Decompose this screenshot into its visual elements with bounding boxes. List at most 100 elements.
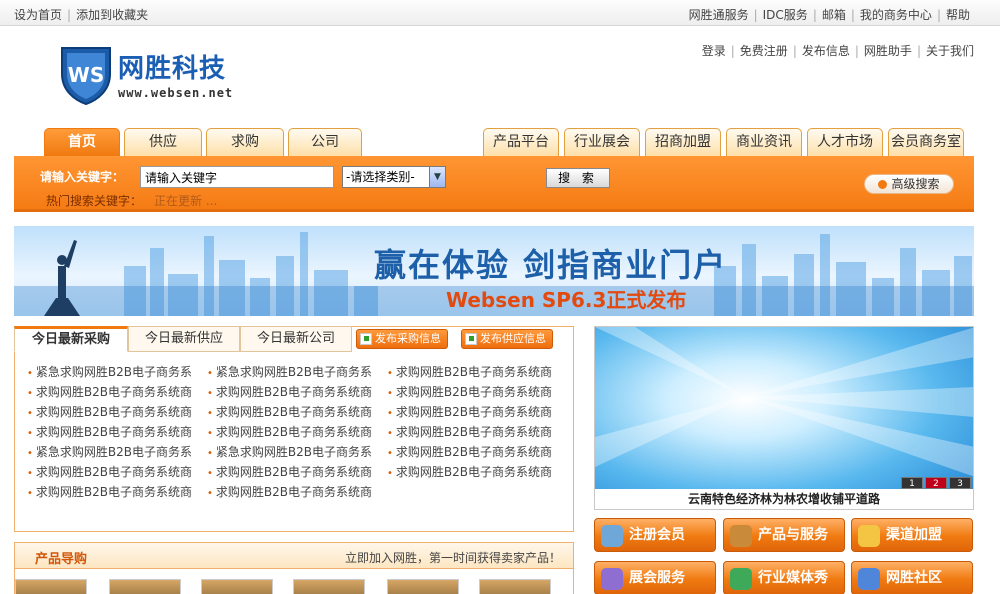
product-guide-title: 产品导购 [35,552,88,567]
divider: | [67,8,72,22]
category-selected-value: -请选择类别- [346,170,415,184]
search-button[interactable]: 搜 索 [546,168,610,188]
hot-keywords-value: 正在更新 ... [154,194,218,208]
chevron-down-icon[interactable]: ▼ [429,167,445,187]
divider: | [854,44,859,58]
list-item[interactable]: 求购网胜B2B电子商务系统商 [207,383,387,400]
list-item[interactable]: 紧急求购网胜B2B电子商务系 [207,363,387,380]
list-item[interactable]: 求购网胜B2B电子商务系统商 [387,423,567,440]
logo-mark-text: WS [68,63,104,87]
product-thumbnail[interactable] [387,579,459,594]
register-member-button[interactable]: 注册会员 [594,518,716,552]
websen-service-link[interactable]: 网胜通服务 [689,8,749,22]
set-homepage-link[interactable]: 设为首页 [14,8,62,22]
divider: | [916,44,921,58]
list-item[interactable]: 求购网胜B2B电子商务系统商 [27,463,207,480]
list-item[interactable]: 求购网胜B2B电子商务系统商 [27,383,207,400]
about-us-link[interactable]: 关于我们 [926,44,974,58]
advanced-search-button[interactable]: 高级搜索 [864,174,954,194]
products-services-button[interactable]: 产品与服务 [723,518,845,552]
tab-member-office[interactable]: 会员商务室 [888,128,964,156]
tab-latest-company[interactable]: 今日最新公司 [240,326,352,352]
list-item[interactable]: 求购网胜B2B电子商务系统商 [27,403,207,420]
my-business-center-link[interactable]: 我的商务中心 [860,8,932,22]
add-favorites-link[interactable]: 添加到收藏夹 [76,8,148,22]
register-link[interactable]: 免费注册 [740,44,788,58]
top-right-links: 网胜通服务 | IDC服务 | 邮箱 | 我的商务中心 | 帮助 [689,6,970,23]
coffee-cup-icon [730,525,752,547]
keyword-input[interactable] [140,166,334,188]
divider: | [936,8,941,22]
publish-purchase-button[interactable]: 发布采购信息 [356,329,448,349]
list-item[interactable]: 紧急求购网胜B2B电子商务系 [207,443,387,460]
slide-page-3[interactable]: 3 [949,477,971,489]
login-link[interactable]: 登录 [702,44,726,58]
divider: | [753,8,758,22]
product-thumbnail[interactable] [15,579,87,594]
list-item[interactable]: 求购网胜B2B电子商务系统商 [207,483,387,500]
slide-caption[interactable]: 云南特色经济林为林农增收铺平道路 [595,489,973,509]
help-link[interactable]: 帮助 [946,8,970,22]
book-icon [730,568,752,590]
keyword-label: 请输入关键字： [40,170,125,184]
tab-franchise[interactable]: 招商加盟 [645,128,721,156]
industry-media-button[interactable]: 行业媒体秀 [723,561,845,594]
promo-banner[interactable]: 赢在体验 剑指商业门户 Websen SP6.3正式发布 [14,226,974,316]
slide-page-2[interactable]: 2 [925,477,947,489]
list-item[interactable]: 求购网胜B2B电子商务系统商 [27,423,207,440]
service-label: 行业媒体秀 [758,570,828,586]
list-item[interactable]: 求购网胜B2B电子商务系统商 [387,443,567,460]
mailbox-link[interactable]: 邮箱 [822,8,846,22]
tab-exhibitions[interactable]: 行业展会 [564,128,640,156]
list-item[interactable]: 求购网胜B2B电子商务系统商 [207,463,387,480]
slide-page-1[interactable]: 1 [901,477,923,489]
publish-supply-button[interactable]: 发布供应信息 [461,329,553,349]
tab-talent-market[interactable]: 人才市场 [807,128,883,156]
list-item[interactable]: 紧急求购网胜B2B电子商务系 [27,363,207,380]
service-label: 网胜社区 [886,570,942,586]
hot-keywords-label: 热门搜索关键字： [46,194,143,208]
tab-product-platform[interactable]: 产品平台 [483,128,559,156]
list-item[interactable]: 求购网胜B2B电子商务系统商 [207,423,387,440]
list-item[interactable]: 求购网胜B2B电子商务系统商 [387,463,567,480]
list-item[interactable]: 求购网胜B2B电子商务系统商 [387,383,567,400]
product-thumbnail[interactable] [201,579,273,594]
shield-logo-icon: WS [61,47,111,106]
list-item[interactable]: 求购网胜B2B电子商务系统商 [387,363,567,380]
product-guide-panel: 产品导购 立即加入网胜，第一时间获得卖家产品！ [14,542,574,594]
product-guide-slogan[interactable]: 立即加入网胜，第一时间获得卖家产品！ [345,549,561,566]
user-links: 登录 | 免费注册 | 发布信息 | 网胜助手 | 关于我们 [702,42,974,59]
news-slideshow[interactable]: 1 2 3 云南特色经济林为林农增收铺平道路 [594,326,974,510]
channel-franchise-button[interactable]: 渠道加盟 [851,518,973,552]
tab-company[interactable]: 公司 [288,128,362,156]
tab-business-news[interactable]: 商业资讯 [726,128,802,156]
publish-info-link[interactable]: 发布信息 [802,44,850,58]
divider: | [792,44,797,58]
tab-purchase[interactable]: 求购 [206,128,284,156]
category-select[interactable]: -请选择类别- ▼ [342,166,446,188]
users-icon [601,525,623,547]
service-label: 展会服务 [629,570,685,586]
top-utility-bar: 设为首页 | 添加到收藏夹 网胜通服务 | IDC服务 | 邮箱 | 我的商务中心 | 帮助 [0,0,1000,26]
tab-supply[interactable]: 供应 [124,128,202,156]
product-guide-header: 产品导购 立即加入网胜，第一时间获得卖家产品！ [15,543,573,569]
publish-supply-label: 发布供应信息 [480,332,546,345]
list-item[interactable]: 紧急求购网胜B2B电子商务系 [27,443,207,460]
assistant-link[interactable]: 网胜助手 [864,44,912,58]
tab-latest-purchase[interactable]: 今日最新采购 [14,326,128,352]
idc-service-link[interactable]: IDC服务 [763,8,808,22]
product-thumbnail[interactable] [109,579,181,594]
site-logo[interactable]: WS 网胜科技 www.websen.net [58,44,248,106]
product-thumbnail[interactable] [293,579,365,594]
product-thumbnail[interactable] [479,579,551,594]
top-left-links: 设为首页 | 添加到收藏夹 [14,6,148,23]
list-item[interactable]: 求购网胜B2B电子商务系统商 [387,403,567,420]
exhibition-service-button[interactable]: 展会服务 [594,561,716,594]
publish-purchase-label: 发布采购信息 [375,332,441,345]
community-button[interactable]: 网胜社区 [851,561,973,594]
tab-home[interactable]: 首页 [44,128,120,156]
list-item[interactable]: 求购网胜B2B电子商务系统商 [27,483,207,500]
list-item[interactable]: 求购网胜B2B电子商务系统商 [207,403,387,420]
divider: | [850,8,855,22]
tab-latest-supply[interactable]: 今日最新供应 [128,326,240,352]
